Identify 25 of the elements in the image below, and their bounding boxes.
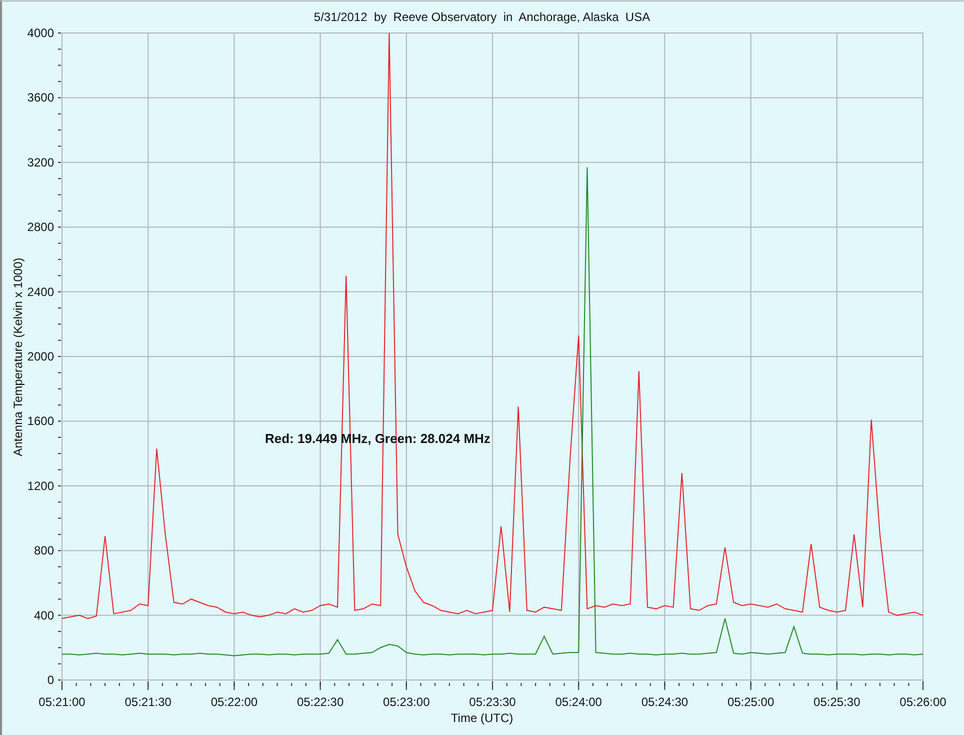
tick-label: 05:23:00 bbox=[383, 695, 430, 709]
tick-label: 800 bbox=[34, 544, 54, 558]
tick-label: 05:23:30 bbox=[469, 695, 516, 709]
tick-label: 05:25:30 bbox=[814, 695, 860, 709]
tick-label: 400 bbox=[34, 608, 54, 622]
tick-label: 2400 bbox=[27, 284, 54, 299]
tick-label: 05:21:30 bbox=[124, 695, 172, 709]
axis-label: Time (UTC) bbox=[450, 711, 514, 725]
tick-label: 3600 bbox=[27, 90, 54, 105]
tick-label: 05:22:00 bbox=[210, 695, 258, 709]
axis-label: Antenna Temperature (Kelvin x 1000) bbox=[11, 258, 25, 456]
chart-title: 5/31/2012 by Reeve Observatory in Anchorage, Alaska USA bbox=[314, 10, 650, 24]
tick-label: 05:24:30 bbox=[641, 695, 688, 709]
tick-label: 05:22:30 bbox=[296, 695, 344, 709]
tick-label: 05:24:00 bbox=[555, 695, 602, 709]
tick-label: 05:26:00 bbox=[900, 695, 946, 709]
tick-label: 0 bbox=[47, 673, 54, 687]
tick-label: 1600 bbox=[27, 414, 54, 428]
tick-label: 2000 bbox=[27, 350, 54, 364]
tick-label: 1200 bbox=[27, 478, 54, 493]
tick-label: 2800 bbox=[27, 220, 54, 234]
tick-label: 05:21:00 bbox=[38, 695, 86, 709]
tick-label: 3200 bbox=[27, 155, 54, 170]
tick-label: 4000 bbox=[27, 26, 54, 40]
tick-label: 05:25:00 bbox=[727, 695, 774, 709]
